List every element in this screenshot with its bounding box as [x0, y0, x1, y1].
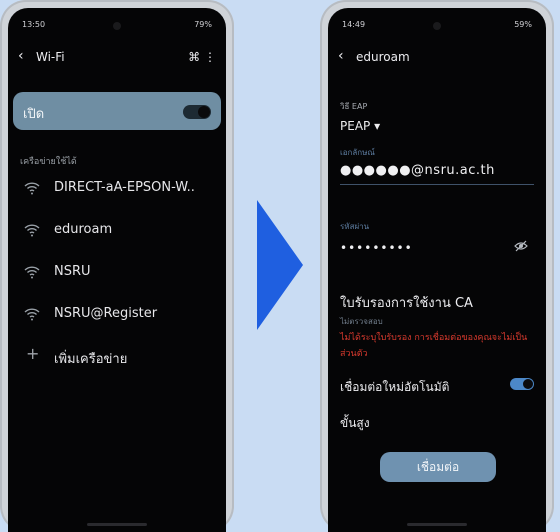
- wifi-toggle-row[interactable]: เปิด: [13, 92, 221, 130]
- wifi-icon: [24, 308, 40, 321]
- identity-label: เอกลักษณ์: [340, 148, 375, 157]
- status-time: 14:49: [342, 20, 366, 29]
- add-network-item[interactable]: + เพิ่มเครือข่าย: [8, 336, 226, 378]
- auto-reconnect-row[interactable]: เชื่อมต่อใหม่อัตโนมัติ: [340, 378, 534, 397]
- eap-value[interactable]: PEAP ▾: [340, 119, 534, 133]
- back-icon[interactable]: ‹: [18, 48, 24, 64]
- divider: [340, 184, 534, 185]
- password-field[interactable]: รหัสผ่าน •••••••••: [340, 220, 534, 255]
- network-item-direct[interactable]: DIRECT-aA-EPSON-W..: [8, 168, 226, 210]
- more-options-icon[interactable]: ⌘ ⋮: [188, 50, 216, 64]
- status-battery: 59%: [514, 20, 532, 29]
- switch-knob: [523, 379, 533, 389]
- status-bar: 13:50 79%: [22, 20, 212, 34]
- identity-field[interactable]: เอกลักษณ์ ●●●●●●@nsru.ac.th: [340, 146, 534, 185]
- eap-method-field[interactable]: วิธี EAP PEAP ▾: [340, 100, 534, 133]
- auto-reconnect-label: เชื่อมต่อใหม่อัตโนมัติ: [340, 380, 450, 394]
- advanced-row[interactable]: ขั้นสูง: [340, 414, 534, 433]
- wifi-icon: [24, 266, 40, 279]
- phone-eduroam-settings: 14:49 59% ‹ eduroam วิธี EAP PEAP ▾ เอกล…: [320, 0, 554, 532]
- password-label: รหัสผ่าน: [340, 222, 370, 231]
- screen: 13:50 79% ‹ Wi-Fi ⌘ ⋮ เปิด เครือข่ายใช้ไ…: [8, 8, 226, 532]
- ca-certificate-field[interactable]: ใบรับรองการใช้งาน CA ไม่ตรวจสอบ: [340, 292, 534, 328]
- switch-knob: [198, 106, 210, 118]
- phone-wifi-list: 13:50 79% ‹ Wi-Fi ⌘ ⋮ เปิด เครือข่ายใช้ไ…: [0, 0, 234, 532]
- network-name: NSRU: [54, 264, 91, 279]
- connect-button[interactable]: เชื่อมต่อ: [380, 452, 496, 482]
- home-indicator: [87, 523, 147, 526]
- eap-label: วิธี EAP: [340, 102, 368, 111]
- auto-reconnect[interactable]: เชื่อมต่อใหม่อัตโนมัติ: [340, 378, 534, 397]
- warning-text: ไม่ได้ระบุใบรับรอง การเชื่อมต่อของคุณจะไ…: [340, 333, 528, 359]
- back-icon[interactable]: ‹: [338, 48, 344, 64]
- wifi-icon: [24, 182, 40, 195]
- network-list: DIRECT-aA-EPSON-W.. eduroam NSRU NSRU@Re…: [8, 168, 226, 378]
- network-item-eduroam[interactable]: eduroam: [8, 210, 226, 252]
- plus-icon: +: [26, 344, 40, 363]
- status-time: 13:50: [22, 20, 46, 29]
- wifi-toggle-label: เปิด: [23, 107, 45, 122]
- certificate-warning: ไม่ได้ระบุใบรับรอง การเชื่อมต่อของคุณจะไ…: [340, 330, 534, 362]
- wifi-switch[interactable]: [183, 105, 211, 119]
- arrow-right-icon: [257, 200, 303, 330]
- identity-value[interactable]: ●●●●●●@nsru.ac.th: [340, 163, 534, 178]
- page-title: eduroam: [356, 50, 410, 64]
- network-item-nsru[interactable]: NSRU: [8, 252, 226, 294]
- network-name: DIRECT-aA-EPSON-W..: [54, 180, 195, 195]
- wifi-icon: [24, 224, 40, 237]
- network-name: NSRU@Register: [54, 306, 158, 321]
- ca-certificate-title: ใบรับรองการใช้งาน CA: [340, 296, 473, 311]
- screen: 14:49 59% ‹ eduroam วิธี EAP PEAP ▾ เอกล…: [328, 8, 546, 532]
- ca-certificate-value: ไม่ตรวจสอบ: [340, 317, 383, 326]
- auto-reconnect-switch[interactable]: [510, 378, 534, 390]
- page-title: Wi-Fi: [36, 50, 65, 64]
- status-bar: 14:49 59%: [342, 20, 532, 34]
- available-networks-label: เครือข่ายใช้ได้: [20, 157, 77, 167]
- app-header: ‹ eduroam: [338, 46, 536, 74]
- password-text: •••••••••: [340, 241, 413, 255]
- status-battery: 79%: [194, 20, 212, 29]
- advanced-label: ขั้นสูง: [340, 416, 370, 430]
- app-header: ‹ Wi-Fi ⌘ ⋮: [18, 46, 216, 74]
- password-value[interactable]: •••••••••: [340, 239, 534, 255]
- home-indicator: [407, 523, 467, 526]
- add-network-label: เพิ่มเครือข่าย: [54, 352, 128, 367]
- network-item-nsru-register[interactable]: NSRU@Register: [8, 294, 226, 336]
- network-name: eduroam: [54, 222, 113, 237]
- hide-password-icon[interactable]: [514, 239, 528, 253]
